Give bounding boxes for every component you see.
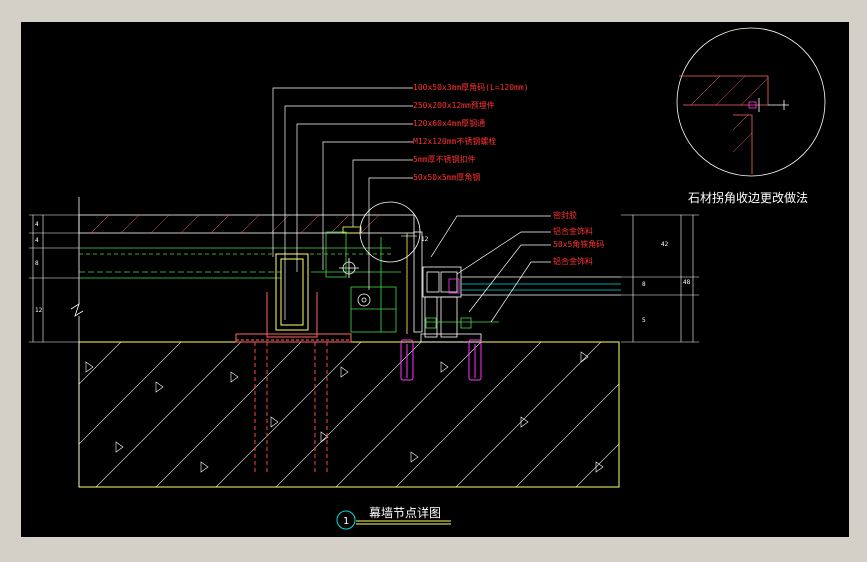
- svg-text:8: 8: [35, 260, 39, 267]
- leaders-right: [430, 215, 551, 323]
- svg-text:4: 4: [35, 221, 39, 228]
- callout-angle-bracket: 100x50x3mm厚角码(L=120mm): [413, 82, 529, 92]
- corner-detail: [676, 27, 826, 177]
- callout-stainless-bolt: M12x120mm不锈钢螺栓: [413, 136, 496, 146]
- concrete-slab: [78, 341, 620, 488]
- svg-text:12: 12: [35, 307, 43, 314]
- callout-steel-tube: 120x60x4mm厚钢通: [413, 118, 485, 128]
- steel-channel: [235, 253, 352, 343]
- callout-embedded-plate: 250x200x12mm预埋件: [413, 100, 495, 110]
- leaders-left: [272, 87, 413, 320]
- title-block: 1 幕墙节点详图: [336, 505, 451, 530]
- detail-number: 1: [343, 516, 349, 527]
- svg-text:42: 42: [661, 241, 669, 248]
- callout-aluminium-trim-2: 铝合金饰料: [553, 256, 593, 266]
- dimension-right: 42 8 5 48: [621, 214, 699, 343]
- svg-text:12: 12: [421, 236, 429, 243]
- svg-text:5: 5: [642, 317, 646, 324]
- corner-detail-caption: 石材拐角收边更改做法: [688, 190, 808, 205]
- callout-stainless-clip: 5mm厚不锈钢扣件: [413, 154, 475, 164]
- cad-drawing-canvas: 4 4 8 12 12 42 8 5 48 100x50x3mm厚角码(L=12…: [21, 22, 849, 537]
- callout-angle-iron: 50x5角铁角码: [553, 239, 604, 249]
- bracket-assembly: [325, 226, 408, 334]
- svg-text:4: 4: [35, 237, 39, 244]
- small-dim-marker: 12: [401, 235, 429, 243]
- callout-aluminium-trim-1: 铝合金饰料: [553, 226, 593, 236]
- cad-drawing: 4 4 8 12 12 42 8 5 48 100x50x3mm厚角码(L=12…: [29, 27, 826, 530]
- callout-angle-steel: 50x50x5mm厚角钢: [413, 172, 480, 182]
- callouts-left: 100x50x3mm厚角码(L=120mm) 250x200x12mm预埋件 1…: [413, 82, 529, 182]
- callouts-right: 密封胶 铝合金饰料 50x5角铁角码 铝合金饰料: [553, 210, 604, 266]
- svg-text:8: 8: [642, 281, 646, 288]
- callout-sealant: 密封胶: [553, 210, 577, 220]
- svg-text:48: 48: [683, 279, 691, 286]
- drawing-title: 幕墙节点详图: [369, 505, 441, 520]
- dimension-left: 4 4 8 12: [29, 214, 79, 343]
